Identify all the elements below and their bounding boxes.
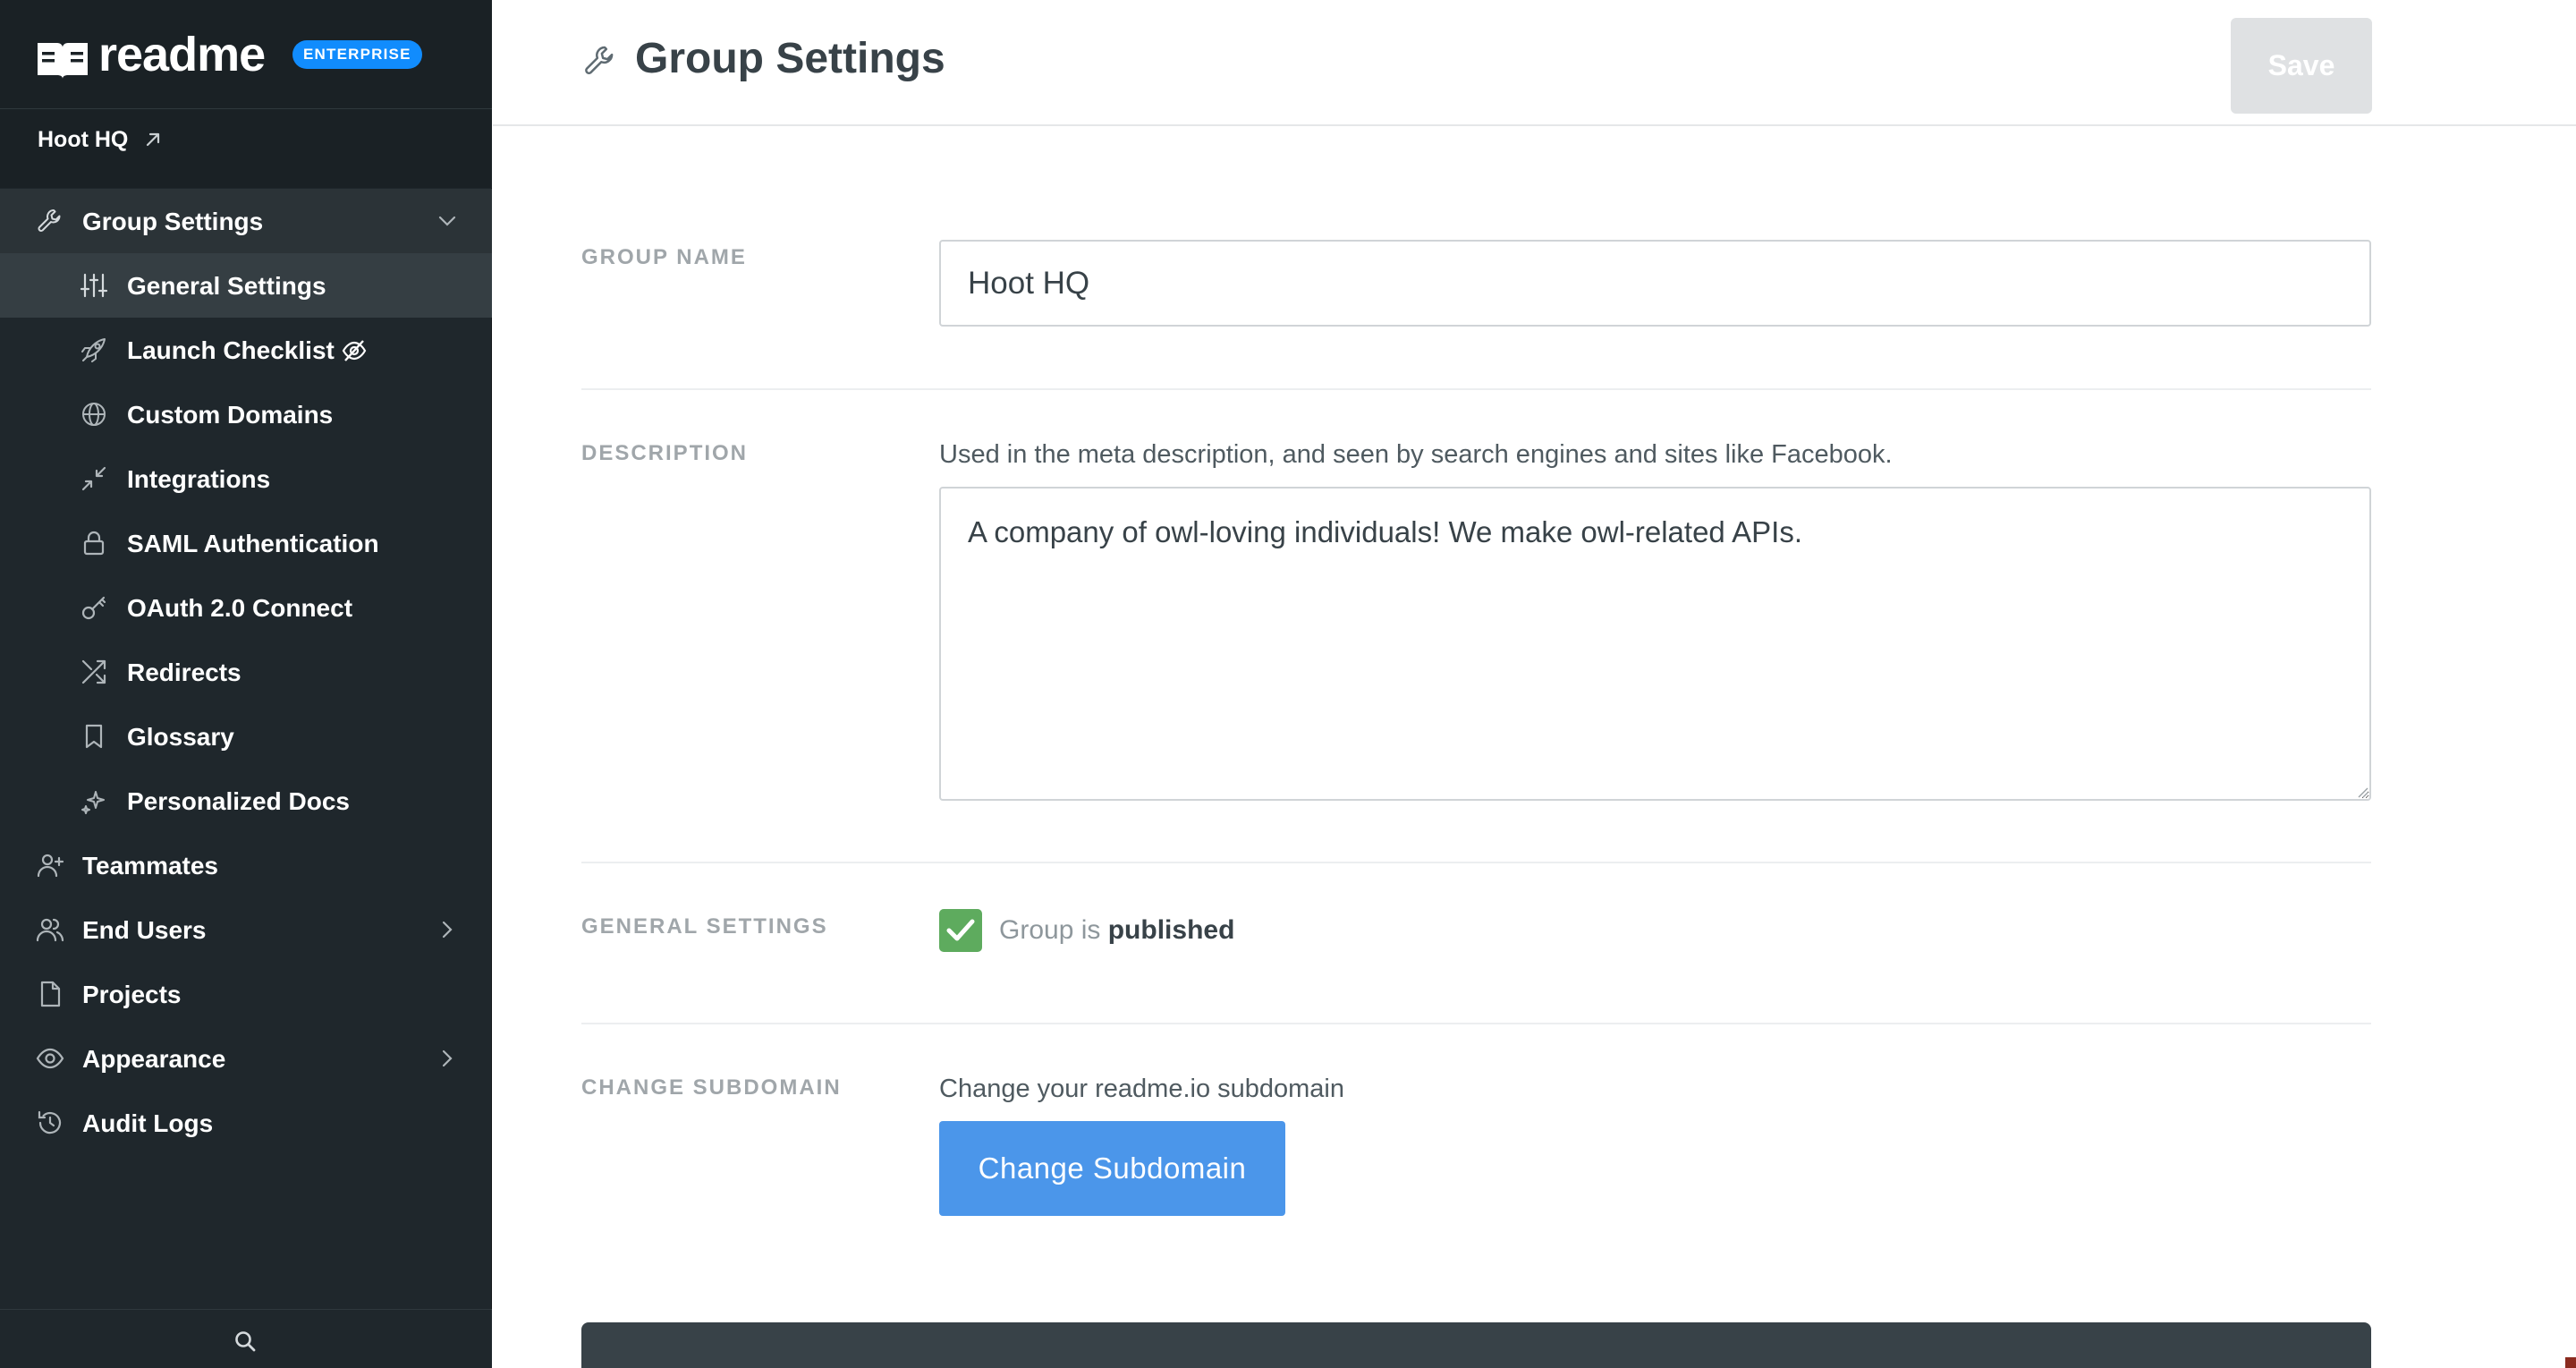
globe-icon xyxy=(82,403,106,426)
description-label: DESCRIPTION xyxy=(581,441,749,465)
user-plus-icon xyxy=(37,854,64,878)
sliders-icon xyxy=(80,273,108,298)
sidebar-item-teammates[interactable]: Teammates xyxy=(0,833,492,897)
shuffle-icon xyxy=(81,659,106,684)
readme-logo-icon[interactable] xyxy=(36,39,89,81)
change-subdomain-help-text: Change your readme.io subdomain xyxy=(939,1075,1344,1103)
sidebar-item-label: Glossary xyxy=(127,723,234,751)
sidebar-item-label: SAML Authentication xyxy=(127,530,379,557)
lock-icon xyxy=(83,531,105,556)
brand-wordmark[interactable]: readme xyxy=(98,27,266,82)
wrench-icon xyxy=(585,46,614,74)
checkmark-icon xyxy=(946,919,975,941)
divider xyxy=(581,1023,2371,1024)
checkbox-prefix: Group is xyxy=(999,915,1101,945)
rocket-icon xyxy=(81,338,106,362)
sidebar-item-glossary[interactable]: Glossary xyxy=(0,704,492,769)
change-subdomain-label: CHANGE SUBDOMAIN xyxy=(581,1075,842,1100)
sidebar-search-bar[interactable] xyxy=(0,1309,492,1368)
resize-grip-icon[interactable] xyxy=(2354,784,2368,798)
sidebar-item-label: End Users xyxy=(82,916,207,944)
sidebar-item-label: Appearance xyxy=(82,1045,226,1073)
wrench-icon xyxy=(38,209,61,232)
chevron-right-icon xyxy=(442,921,453,939)
sidebar-item-launch-checklist[interactable]: Launch Checklist xyxy=(0,318,492,382)
history-icon xyxy=(38,1110,62,1134)
users-icon xyxy=(36,918,64,942)
sidebar-item-redirects[interactable]: Redirects xyxy=(0,640,492,704)
sidebar-item-projects[interactable]: Projects xyxy=(0,962,492,1026)
eye-off-icon xyxy=(342,340,367,361)
save-button[interactable]: Save xyxy=(2231,18,2372,114)
sidebar-item-label: Group Settings xyxy=(82,208,264,235)
window-corner xyxy=(2565,1357,2576,1368)
sidebar-item-label: Audit Logs xyxy=(82,1109,214,1137)
published-checkbox-label[interactable]: Group is published xyxy=(999,915,1234,946)
sidebar-item-label: Launch Checklist xyxy=(127,336,335,364)
sidebar-item-general-settings[interactable]: General Settings xyxy=(0,253,492,318)
enterprise-badge: ENTERPRISE xyxy=(292,40,422,69)
sidebar-item-end-users[interactable]: End Users xyxy=(0,897,492,962)
published-checkbox[interactable] xyxy=(939,909,982,952)
eye-icon xyxy=(36,1048,64,1069)
sidebar-item-label: Personalized Docs xyxy=(127,787,350,815)
project-name[interactable]: Hoot HQ xyxy=(38,127,128,153)
sidebar-item-label: Redirects xyxy=(127,659,242,686)
sidebar-item-label: General Settings xyxy=(127,272,326,300)
page-header: Group Settings Save xyxy=(493,0,2576,126)
sidebar-item-saml-authentication[interactable]: SAML Authentication xyxy=(0,511,492,575)
arrows-in-icon xyxy=(81,466,106,491)
sidebar-item-appearance[interactable]: Appearance xyxy=(0,1026,492,1091)
file-icon xyxy=(40,981,61,1007)
sidebar-item-label: Custom Domains xyxy=(127,401,334,429)
sidebar-item-integrations[interactable]: Integrations xyxy=(0,446,492,511)
group-name-label: GROUP NAME xyxy=(581,245,747,269)
sidebar-item-audit-logs[interactable]: Audit Logs xyxy=(0,1091,492,1155)
sidebar: readme ENTERPRISE Hoot HQ Group Settings xyxy=(0,0,492,1368)
general-settings-label: GENERAL SETTINGS xyxy=(581,914,828,939)
change-subdomain-button[interactable]: Change Subdomain xyxy=(939,1121,1285,1216)
divider xyxy=(581,862,2371,863)
sidebar-item-label: OAuth 2.0 Connect xyxy=(127,594,353,622)
page-title: Group Settings xyxy=(635,35,945,82)
checkbox-strong: published xyxy=(1107,915,1235,945)
sidebar-item-personalized-docs[interactable]: Personalized Docs xyxy=(0,769,492,833)
sidebar-item-custom-domains[interactable]: Custom Domains xyxy=(0,382,492,446)
key-icon xyxy=(81,596,106,620)
sidebar-item-oauth-connect[interactable]: OAuth 2.0 Connect xyxy=(0,575,492,640)
divider xyxy=(581,388,2371,390)
description-textarea[interactable]: A company of owl-loving individuals! We … xyxy=(939,487,2371,801)
sidebar-item-label: Integrations xyxy=(127,465,271,493)
chevron-down-icon xyxy=(438,216,456,226)
brand-header: readme ENTERPRISE xyxy=(0,0,492,109)
sidebar-item-label: Teammates xyxy=(82,852,219,879)
description-help-text: Used in the meta description, and seen b… xyxy=(939,440,1893,469)
search-icon[interactable] xyxy=(233,1330,257,1353)
sidebar-item-group-settings[interactable]: Group Settings xyxy=(0,189,492,253)
danger-zone-panel xyxy=(581,1322,2371,1368)
sidebar-item-label: Projects xyxy=(82,981,182,1008)
external-arrow-icon xyxy=(146,132,160,147)
bookmark-icon xyxy=(85,724,103,749)
sparkles-icon xyxy=(81,791,105,814)
group-name-input[interactable] xyxy=(939,240,2371,327)
chevron-right-icon xyxy=(442,1049,453,1067)
